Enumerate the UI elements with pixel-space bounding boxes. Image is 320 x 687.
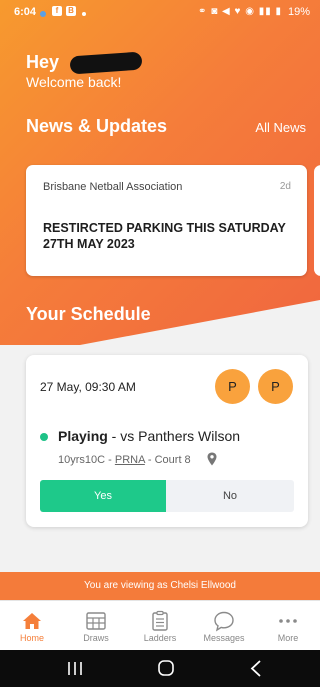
bottom-tab-bar: Home Draws Ladders Messages More	[0, 600, 320, 650]
tab-more[interactable]: More	[256, 601, 320, 651]
home-button-icon[interactable]	[136, 650, 196, 687]
app-screen: 6:04 f B ⚭ ◙ ◀ ♥ ◉ ▮▮ ▮ 19% Hey Welcome …	[0, 0, 320, 687]
greeting-title: Hey	[26, 52, 60, 72]
next-news-card[interactable]	[314, 165, 320, 276]
availability-yes-button[interactable]: Yes	[40, 480, 166, 512]
match-status-line: Playing - vs Panthers Wilson	[58, 428, 240, 444]
venue-link[interactable]: PRNA	[115, 454, 145, 466]
match-status: Playing	[58, 428, 108, 444]
more-icon	[279, 619, 297, 623]
match-division: 10yrs10C -	[58, 454, 115, 466]
more-notifications-icon	[82, 12, 86, 16]
home-icon	[23, 613, 41, 629]
tab-label: More	[277, 633, 299, 643]
tab-messages[interactable]: Messages	[192, 601, 256, 651]
tab-label: Ladders	[143, 633, 177, 643]
availability-no-button[interactable]: No	[166, 480, 294, 512]
match-court: - Court 8	[144, 454, 191, 466]
tab-ladders[interactable]: Ladders	[128, 601, 192, 651]
viewing-as-banner: You are viewing as Chelsi Ellwood	[0, 572, 320, 600]
tab-label: Home	[19, 633, 44, 643]
status-time: 6:04	[14, 6, 37, 18]
system-status-icons: ⚭ ◙ ◀ ♥ ◉ ▮▮ ▮	[198, 6, 282, 17]
position-badge: P	[215, 369, 250, 404]
facebook-notification-icon: f	[52, 6, 62, 16]
back-icon[interactable]	[226, 650, 286, 687]
match-opponent: - vs Panthers Wilson	[107, 428, 241, 444]
playing-status-dot	[40, 433, 48, 441]
schedule-card[interactable]: 27 May, 09:30 AM P P Playing - vs Panthe…	[26, 355, 308, 527]
tab-home[interactable]: Home	[0, 601, 64, 651]
all-news-link[interactable]: All News	[255, 120, 306, 135]
location-pin-icon[interactable]	[207, 452, 217, 466]
status-bar: 6:04 f B ⚭ ◙ ◀ ♥ ◉ ▮▮ ▮ 19%	[0, 0, 320, 26]
b-notification-icon: B	[66, 6, 76, 16]
android-nav-bar	[0, 650, 320, 687]
ladders-icon	[152, 610, 168, 631]
news-headline: RESTIRCTED PARKING THIS SATURDAY 27TH MA…	[43, 221, 286, 251]
notification-dot-icon	[40, 11, 46, 17]
tab-draws[interactable]: Draws	[64, 601, 128, 651]
match-meta: 10yrs10C - PRNA - Court 8	[58, 454, 191, 466]
schedule-section-title: Your Schedule	[26, 304, 151, 324]
draws-icon	[86, 612, 106, 630]
messages-icon	[214, 611, 234, 632]
news-age: 2d	[279, 181, 291, 192]
news-section-title: News & Updates	[26, 116, 168, 136]
match-datetime: 27 May, 09:30 AM	[40, 380, 136, 394]
tab-label: Messages	[203, 633, 245, 643]
news-card[interactable]: Brisbane Netball Association 2d RESTIRCT…	[26, 165, 307, 276]
news-org: Brisbane Netball Association	[43, 181, 183, 193]
battery-level: 19%	[287, 6, 310, 18]
recent-apps-icon[interactable]	[45, 650, 105, 687]
greeting-subtitle: Welcome back!	[26, 74, 122, 90]
tab-label: Draws	[83, 633, 109, 643]
position-badge: P	[258, 369, 293, 404]
